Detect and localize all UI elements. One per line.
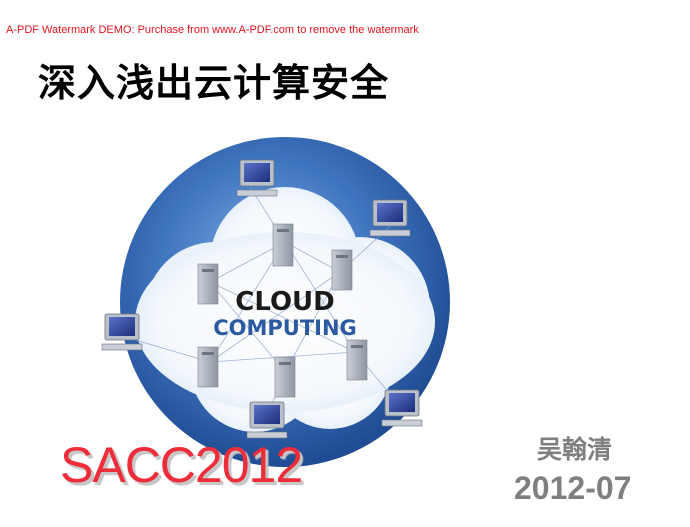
computer-icon — [246, 401, 288, 439]
computer-icon — [381, 389, 423, 427]
slide-title: 深入浅出云计算安全 — [38, 61, 390, 105]
computer-icon — [236, 159, 278, 197]
server-icon — [197, 263, 219, 305]
server-icon — [331, 249, 353, 291]
server-icon — [197, 346, 219, 388]
watermark-text: A-PDF Watermark DEMO: Purchase from www.… — [6, 24, 419, 36]
cloud-label: CLOUD — [235, 287, 335, 317]
computer-icon — [101, 313, 143, 351]
author-name: 吴翰清 — [537, 435, 613, 464]
server-icon — [274, 356, 296, 398]
event-name: SACC2012 — [60, 437, 303, 493]
server-icon — [272, 223, 294, 267]
computer-icon — [369, 199, 411, 237]
presentation-date: 2012-07 — [514, 470, 632, 506]
computing-label: COMPUTING — [213, 316, 357, 340]
server-icon — [346, 339, 368, 381]
